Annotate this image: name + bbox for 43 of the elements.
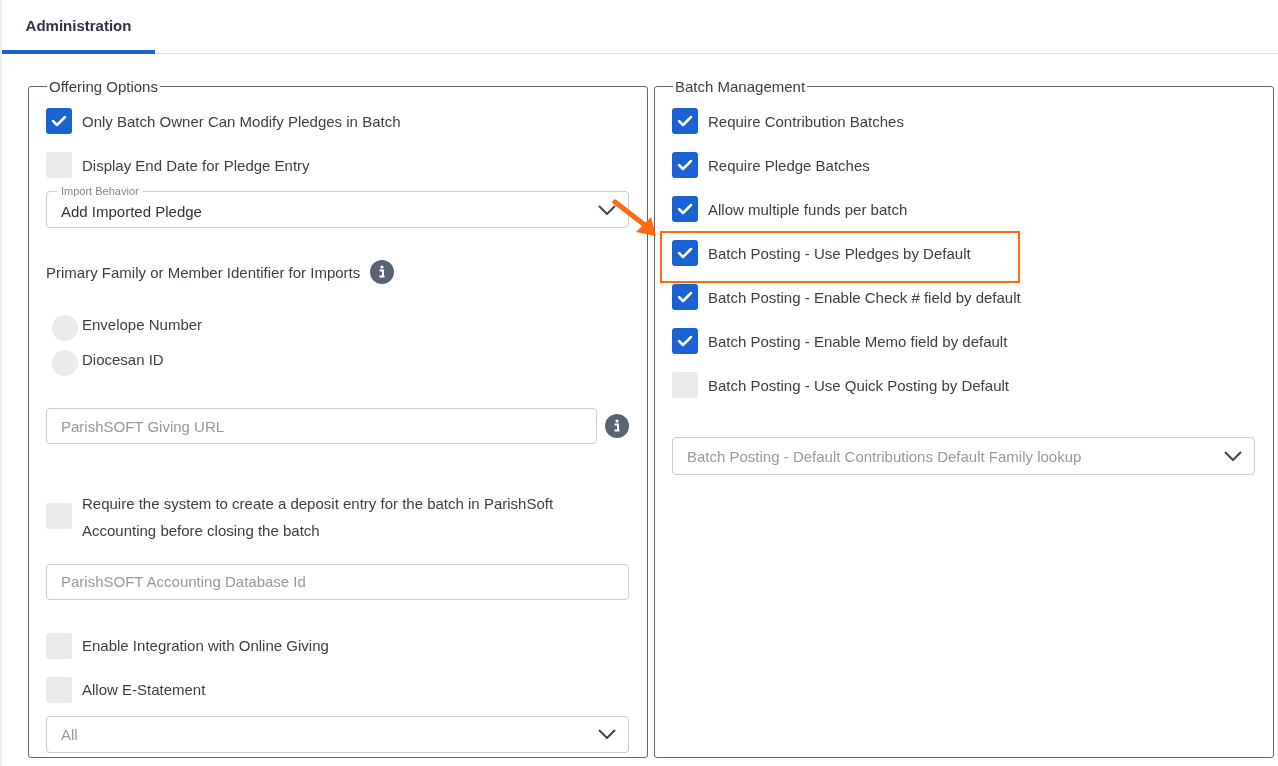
- check-icon: [677, 335, 693, 347]
- checkbox-label: Require Pledge Batches: [708, 155, 870, 176]
- check-icon: [677, 203, 693, 215]
- text-field[interactable]: ParishSOFT Giving URL: [46, 408, 597, 445]
- select-value: All: [61, 725, 78, 743]
- checkbox-label: Batch Posting - Enable Check # field by default: [708, 287, 1021, 308]
- checkbox[interactable]: [672, 328, 698, 354]
- check-icon: [677, 291, 693, 303]
- chevron-down-icon: [1224, 451, 1242, 461]
- chevron-down-icon: [598, 204, 616, 215]
- panel-title: Batch Management: [674, 78, 807, 95]
- checkbox[interactable]: [672, 108, 698, 134]
- check-icon: [677, 159, 693, 171]
- checkbox[interactable]: [672, 152, 698, 178]
- checkbox[interactable]: [672, 240, 698, 266]
- checkbox-label: Only Batch Owner Can Modify Pledges in Batch: [82, 111, 401, 132]
- checkbox-label: Require Contribution Batches: [708, 111, 904, 132]
- checkbox-label: Batch Posting - Enable Memo field by default: [708, 331, 1008, 352]
- radio-label: Envelope Number: [82, 315, 203, 336]
- info-icon[interactable]: [370, 260, 395, 285]
- checkbox[interactable]: [672, 196, 698, 222]
- section-label: Primary Family or Member Identifier for Imports: [46, 262, 361, 283]
- check-icon: [677, 115, 693, 127]
- checkbox-label: Batch Posting - Use Quick Posting by Default: [708, 375, 1009, 396]
- select-value: Batch Posting - Default Contributions Default Family lookup: [687, 447, 1082, 465]
- checkbox[interactable]: [46, 108, 72, 134]
- check-icon: [677, 247, 693, 259]
- checkbox-label: Allow E-Statement: [82, 680, 206, 701]
- checkbox-label: Require the system to create a deposit entry for the batch in ParishSoft Accounting before closing the batch: [82, 494, 555, 542]
- check-icon: [51, 115, 67, 127]
- radio-label: Diocesan ID: [82, 350, 164, 371]
- tab[interactable]: Administration: [2, 0, 155, 54]
- chevron-down-icon: [598, 729, 616, 740]
- text-field[interactable]: ParishSOFT Accounting Database Id: [46, 563, 629, 600]
- checkbox-label: Batch Posting - Use Pledges by Default: [708, 243, 971, 264]
- panel-title: Offering Options: [48, 78, 159, 95]
- checkbox-label: Allow multiple funds per batch: [708, 199, 908, 220]
- field-label: Import Behavior: [57, 184, 143, 198]
- select-value: Add Imported Pledge: [61, 203, 202, 221]
- checkbox-label: Display End Date for Pledge Entry: [82, 155, 310, 176]
- info-icon[interactable]: [605, 414, 629, 439]
- checkbox-label: Enable Integration with Online Giving: [82, 636, 329, 657]
- checkbox[interactable]: [672, 284, 698, 310]
